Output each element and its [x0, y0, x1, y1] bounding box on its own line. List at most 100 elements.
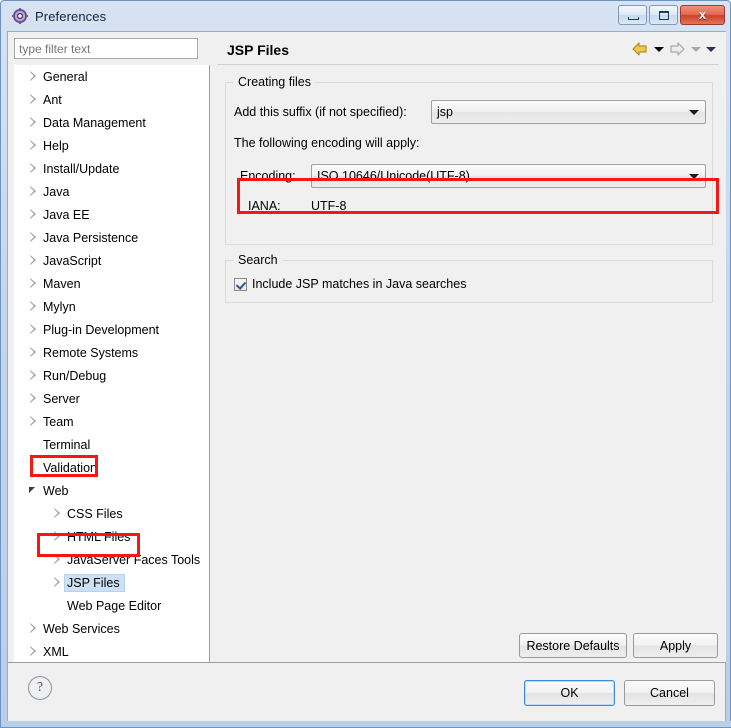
chevron-right-icon[interactable] [52, 502, 64, 525]
tree-item-web[interactable]: Web [14, 479, 209, 502]
tree-item-label: HTML Files [67, 529, 131, 544]
tree-item-web-page-editor[interactable]: Web Page Editor [14, 594, 209, 617]
chevron-right-icon[interactable] [28, 249, 40, 272]
tree-item-server[interactable]: Server [14, 387, 209, 410]
tree-item-team[interactable]: Team [14, 410, 209, 433]
chevron-right-icon[interactable] [52, 525, 64, 548]
chevron-right-icon[interactable] [28, 318, 40, 341]
tree-item-label: JavaScript [43, 253, 102, 268]
minimize-button[interactable] [618, 5, 647, 25]
chevron-right-icon[interactable] [28, 341, 40, 364]
include-jsp-matches-checkbox-row[interactable]: Include JSP matches in Java searches [234, 277, 466, 291]
iana-value: UTF-8 [311, 199, 347, 213]
tree-item-label: CSS Files [67, 506, 123, 521]
help-icon[interactable]: ? [28, 676, 52, 700]
chevron-right-icon[interactable] [28, 272, 40, 295]
tree-item-label: Ant [43, 92, 62, 107]
preferences-page: JSP Files Creating files Add this suffix… [211, 32, 726, 662]
back-history-chevron-down-icon[interactable] [652, 40, 665, 58]
dialog-footer: ? OK Cancel [8, 663, 725, 723]
chevron-right-icon[interactable] [28, 88, 40, 111]
chevron-right-icon[interactable] [28, 134, 40, 157]
tree-item-install-update[interactable]: Install/Update [14, 157, 209, 180]
tree-item-css-files[interactable]: CSS Files [14, 502, 209, 525]
creating-files-group-label: Creating files [234, 75, 315, 89]
chevron-right-icon[interactable] [28, 226, 40, 249]
tree-item-jsp-files[interactable]: JSP Files [14, 571, 209, 594]
tree-item-java-ee[interactable]: Java EE [14, 203, 209, 226]
chevron-right-icon[interactable] [52, 548, 64, 571]
back-arrow-icon[interactable] [630, 40, 650, 58]
chevron-right-icon[interactable] [28, 410, 40, 433]
tree-item-label: Team [43, 414, 74, 429]
tree-item-terminal[interactable]: Terminal [14, 433, 209, 456]
tree-item-remote-systems[interactable]: Remote Systems [14, 341, 209, 364]
tree-item-java-persistence[interactable]: Java Persistence [14, 226, 209, 249]
encoding-combo[interactable]: ISO 10646/Unicode(UTF-8) [311, 164, 706, 188]
tree-item-xml[interactable]: XML [14, 640, 209, 662]
forward-arrow-icon [667, 40, 687, 58]
window-title: Preferences [35, 8, 107, 24]
page-navigation [630, 40, 717, 58]
tree-item-label: Web Page Editor [67, 598, 162, 613]
chevron-right-icon[interactable] [28, 295, 40, 318]
minimize-icon [628, 17, 639, 20]
tree-item-web-services[interactable]: Web Services [14, 617, 209, 640]
restore-defaults-button[interactable]: Restore Defaults [519, 633, 627, 658]
tree-item-run-debug[interactable]: Run/Debug [14, 364, 209, 387]
filter-input[interactable] [14, 38, 198, 59]
tree-item-maven[interactable]: Maven [14, 272, 209, 295]
tree-item-label: Validation [43, 460, 97, 475]
tree-item-javaserver-faces-tools[interactable]: JavaServer Faces Tools [14, 548, 209, 571]
suffix-combo[interactable]: jsp [431, 100, 706, 124]
tree-item-plug-in-development[interactable]: Plug-in Development [14, 318, 209, 341]
gear-icon [12, 8, 28, 24]
apply-button[interactable]: Apply [633, 633, 718, 658]
close-icon: x [698, 7, 707, 22]
encoding-intro-label: The following encoding will apply: [234, 136, 420, 150]
preferences-tree[interactable]: General Ant Data Management Help Install/Upd… [14, 65, 210, 662]
encoding-combo-value: ISO 10646/Unicode(UTF-8) [317, 169, 470, 183]
preferences-dialog: Preferences x General Ant Data Management H… [0, 0, 731, 728]
maximize-button[interactable] [649, 5, 678, 25]
title-separator [217, 64, 719, 65]
dialog-client-area: General Ant Data Management Help Install/Upd… [7, 31, 726, 723]
close-button[interactable]: x [680, 5, 725, 25]
chevron-right-icon[interactable] [28, 387, 40, 410]
tree-item-validation[interactable]: Validation [14, 456, 209, 479]
chevron-right-icon[interactable] [52, 571, 64, 594]
tree-item-help[interactable]: Help [14, 134, 209, 157]
chevron-right-icon[interactable] [28, 111, 40, 134]
tree-item-ant[interactable]: Ant [14, 88, 209, 111]
tree-item-general[interactable]: General [14, 65, 209, 88]
include-jsp-matches-label: Include JSP matches in Java searches [252, 277, 467, 291]
tree-item-label: JSP Files [64, 573, 125, 592]
tree-item-mylyn[interactable]: Mylyn [14, 295, 209, 318]
chevron-right-icon[interactable] [28, 640, 40, 662]
forward-history-chevron-down-icon [689, 40, 702, 58]
creating-files-group: Creating files Add this suffix (if not s… [225, 75, 713, 245]
tree-item-label: Terminal [43, 437, 91, 452]
search-group: Search Include JSP matches in Java searc… [225, 253, 713, 303]
include-jsp-matches-checkbox[interactable] [234, 277, 247, 291]
chevron-down-icon[interactable] [28, 479, 40, 502]
view-menu-chevron-down-icon[interactable] [704, 40, 717, 58]
tree-item-label: Java [43, 184, 70, 199]
chevron-right-icon[interactable] [28, 617, 40, 640]
chevron-right-icon[interactable] [28, 65, 40, 88]
tree-item-data-management[interactable]: Data Management [14, 111, 209, 134]
tree-item-javascript[interactable]: JavaScript [14, 249, 209, 272]
cancel-button[interactable]: Cancel [624, 680, 715, 706]
suffix-combo-value: jsp [437, 105, 453, 119]
tree-item-java[interactable]: Java [14, 180, 209, 203]
tree-item-html-files[interactable]: HTML Files [14, 525, 209, 548]
chevron-right-icon[interactable] [28, 157, 40, 180]
tree-item-label: Install/Update [43, 161, 120, 176]
iana-label: IANA: [248, 199, 281, 213]
chevron-right-icon[interactable] [28, 364, 40, 387]
ok-button[interactable]: OK [524, 680, 615, 706]
tree-item-label: Java Persistence [43, 230, 139, 245]
chevron-right-icon[interactable] [28, 180, 40, 203]
chevron-right-icon[interactable] [28, 203, 40, 226]
